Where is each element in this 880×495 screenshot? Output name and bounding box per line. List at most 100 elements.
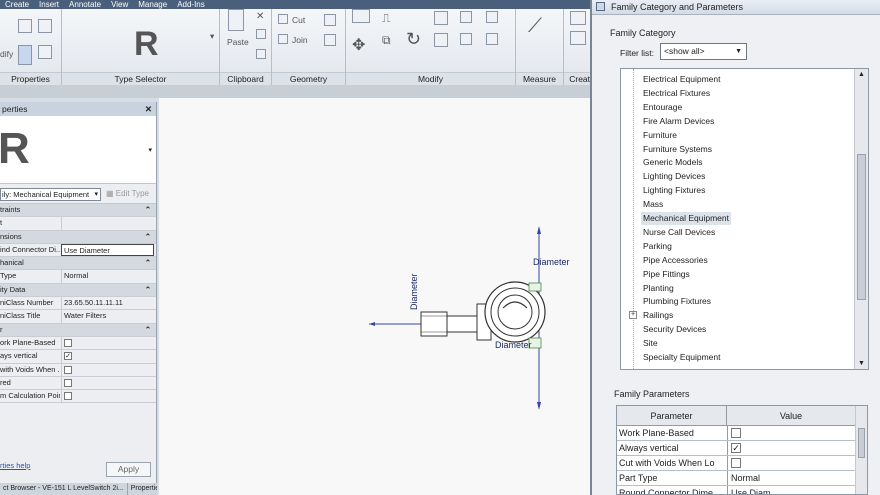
create-group-icon[interactable] — [570, 11, 586, 25]
ribbon-tab[interactable]: Add-Ins — [177, 0, 205, 9]
join-icon[interactable] — [278, 34, 288, 44]
category-item[interactable]: Specialty Equipment — [643, 351, 721, 364]
offset-icon[interactable]: ⎍ — [382, 11, 390, 26]
property-value[interactable]: Use Diameter — [61, 243, 154, 257]
parameter-checkbox[interactable]: ✓ — [731, 443, 741, 453]
cut-geometry-icon[interactable] — [278, 14, 288, 24]
family-category-icon[interactable] — [38, 45, 52, 59]
dialog-title-bar[interactable]: Family Category and Parameters — [592, 0, 880, 15]
collapse-icon[interactable]: ⌃ — [145, 257, 151, 269]
parameters-scrollbar[interactable] — [855, 406, 867, 494]
category-item[interactable]: Furniture Systems — [643, 143, 712, 156]
align-icon[interactable] — [352, 9, 370, 23]
paint-icon[interactable] — [324, 34, 336, 46]
properties-help-link[interactable]: rties help — [0, 461, 30, 470]
palette-tab[interactable]: ct Browser - VE-151 L LevelSwitch 2i... — [0, 483, 128, 495]
collapse-icon[interactable]: ⌃ — [145, 324, 151, 336]
category-item[interactable]: Electrical Fixtures — [643, 87, 710, 100]
property-checkbox[interactable]: ✓ — [64, 352, 72, 361]
category-item[interactable]: Mechanical Equipment — [641, 212, 731, 225]
category-item[interactable]: Furniture — [643, 129, 677, 142]
measure-icon[interactable]: ⟋ — [528, 15, 542, 38]
family-types-icon[interactable] — [38, 19, 52, 33]
category-item[interactable]: Nurse Call Devices — [643, 226, 715, 239]
family-filter-select[interactable]: ily: Mechanical Equipment ▾ — [0, 188, 101, 201]
chevron-down-icon[interactable]: ▾ — [210, 31, 214, 42]
pin-icon[interactable] — [486, 33, 498, 45]
chevron-down-icon[interactable]: ▼ — [735, 44, 742, 59]
property-group-header[interactable]: nsions ⌃ — [0, 230, 156, 244]
category-item[interactable]: Parking — [643, 240, 672, 253]
pipe-body[interactable] — [446, 315, 478, 333]
property-checkbox[interactable] — [64, 378, 72, 387]
rotate-icon[interactable]: ↻ — [406, 29, 421, 50]
property-group-header[interactable]: traints ⌃ — [0, 204, 156, 218]
property-group-header[interactable]: r ⌃ — [0, 323, 156, 337]
ribbon-tab[interactable]: Create — [5, 0, 29, 9]
scroll-up-icon[interactable]: ▲ — [858, 71, 865, 78]
property-group-header[interactable]: hanical ⌃ — [0, 257, 156, 271]
close-icon[interactable]: ✕ — [145, 102, 152, 116]
parameter-value[interactable]: Normal — [727, 471, 855, 485]
edit-type-button[interactable]: ▦ Edit Type — [106, 189, 149, 198]
property-checkbox[interactable] — [64, 392, 72, 401]
property-value[interactable]: Normal — [61, 270, 154, 283]
split-icon[interactable] — [434, 33, 448, 47]
diameter-label-vertical[interactable]: Diameter — [409, 273, 419, 310]
scrollbar-thumb[interactable] — [858, 428, 865, 458]
parameter-checkbox[interactable] — [731, 458, 741, 468]
diameter-label-top[interactable]: Diameter — [533, 257, 570, 267]
category-scrollbar[interactable]: ▲ ▼ — [854, 69, 868, 369]
collapse-icon[interactable]: ⌃ — [145, 204, 151, 216]
category-item[interactable]: Fire Alarm Devices — [643, 115, 714, 128]
chevron-down-icon[interactable]: ▾ — [94, 189, 98, 200]
match-properties-icon[interactable] — [256, 49, 266, 59]
filter-list-select[interactable]: <show all> ▼ — [660, 43, 747, 60]
drawing-canvas[interactable]: Diameter Diameter Diameter — [159, 98, 590, 495]
category-item[interactable]: Security Devices — [643, 323, 706, 336]
scale-icon[interactable] — [486, 11, 498, 23]
paste-button[interactable]: Paste — [227, 37, 249, 47]
collapse-icon[interactable]: ⌃ — [145, 284, 151, 296]
collapse-icon[interactable]: ⌃ — [145, 231, 151, 243]
category-item[interactable]: Lighting Devices — [643, 170, 705, 183]
scroll-down-icon[interactable]: ▼ — [858, 360, 865, 367]
mirror-icon[interactable] — [460, 11, 472, 23]
join-button[interactable]: Join — [292, 35, 308, 45]
category-item[interactable]: Lighting Fixtures — [643, 184, 705, 197]
property-checkbox[interactable] — [64, 338, 72, 347]
trim-icon[interactable] — [434, 11, 448, 25]
category-item[interactable]: Plumbing Fixtures — [643, 295, 711, 308]
property-value[interactable]: Water Filters — [61, 310, 154, 323]
ribbon-tab[interactable]: Annotate — [69, 0, 101, 9]
category-item[interactable]: Site — [643, 337, 658, 350]
category-item[interactable]: Planting — [643, 282, 674, 295]
chevron-down-icon[interactable]: ▾ — [148, 146, 152, 154]
category-item[interactable]: Generic Models — [643, 156, 703, 169]
apply-button[interactable]: Apply — [106, 462, 151, 477]
array-icon[interactable] — [460, 33, 472, 45]
parameter-checkbox[interactable] — [731, 428, 741, 438]
category-item[interactable]: Pipe Accessories — [643, 254, 708, 267]
category-item[interactable]: Railings — [643, 309, 673, 322]
category-item[interactable]: Mass — [643, 198, 663, 211]
cut-button[interactable]: Cut — [292, 15, 305, 25]
property-value[interactable] — [61, 217, 154, 230]
property-checkbox[interactable] — [64, 365, 72, 374]
category-item[interactable]: Pipe Fittings — [643, 268, 690, 281]
category-item[interactable]: Electrical Equipment — [643, 73, 720, 86]
palette-tab[interactable]: Properties — [128, 483, 157, 495]
ribbon-tab[interactable]: Insert — [39, 0, 59, 9]
properties-title-bar[interactable]: perties ✕ — [0, 102, 156, 116]
expand-icon[interactable]: + — [629, 311, 637, 320]
connector-marker-top[interactable] — [528, 282, 542, 292]
category-item[interactable]: Entourage — [643, 101, 682, 114]
properties-icon[interactable] — [18, 19, 32, 33]
ribbon-tab[interactable]: View — [111, 0, 128, 9]
property-group-header[interactable]: ity Data ⌃ — [0, 283, 156, 298]
split-face-icon[interactable] — [324, 14, 336, 26]
ribbon-tab[interactable]: Manage — [138, 0, 167, 9]
paste-icon[interactable] — [228, 9, 244, 31]
property-value[interactable]: 23.65.50.11.11.11 — [61, 297, 154, 310]
copy-element-icon[interactable]: ⧉ — [382, 33, 391, 48]
